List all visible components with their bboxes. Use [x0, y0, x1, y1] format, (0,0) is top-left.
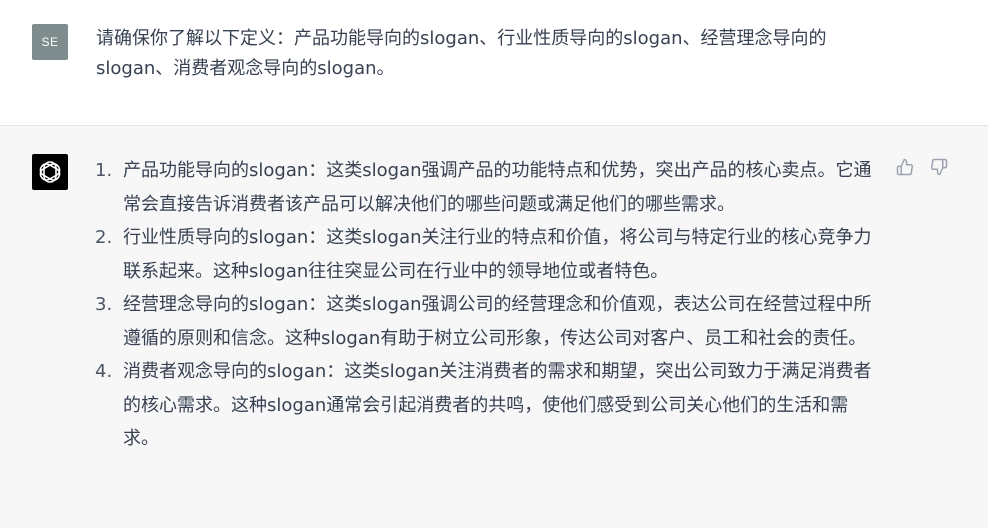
user-avatar: SE — [32, 24, 68, 60]
list-item: 1. 产品功能导向的slogan：这类slogan强调产品的功能特点和优势，突出… — [0, 154, 880, 221]
assistant-answer-list: 1. 产品功能导向的slogan：这类slogan强调产品的功能特点和优势，突出… — [0, 154, 880, 456]
list-item-number: 2. — [95, 227, 113, 248]
list-item-number: 1. — [95, 160, 113, 181]
list-item: 4. 消费者观念导向的slogan：这类slogan关注消费者的需求和期望，突出… — [0, 355, 880, 456]
user-message-text: 请确保你了解以下定义：产品功能导向的slogan、行业性质导向的slogan、经… — [96, 28, 827, 79]
list-item-text: 经营理念导向的slogan：这类slogan强调公司的经营理念和价值观，表达公司… — [123, 294, 872, 349]
thumbs-up-button[interactable] — [894, 156, 916, 178]
list-item-text: 消费者观念导向的slogan：这类slogan关注消费者的需求和期望，突出公司致… — [123, 361, 872, 449]
list-item: 3. 经营理念导向的slogan：这类slogan强调公司的经营理念和价值观，表… — [0, 288, 880, 355]
feedback-controls — [894, 156, 950, 178]
thumbs-down-button[interactable] — [928, 156, 950, 178]
list-item-text: 产品功能导向的slogan：这类slogan强调产品的功能特点和优势，突出产品的… — [123, 160, 872, 215]
thumbs-up-icon — [896, 158, 913, 176]
thumbs-down-icon — [931, 158, 948, 176]
list-item-number: 3. — [95, 294, 113, 315]
assistant-message-row: 1. 产品功能导向的slogan：这类slogan强调产品的功能特点和优势，突出… — [0, 126, 988, 528]
list-item: 2. 行业性质导向的slogan：这类slogan关注行业的特点和价值，将公司与… — [0, 221, 880, 288]
list-item-number: 4. — [95, 361, 113, 382]
user-message-row: SE 请确保你了解以下定义：产品功能导向的slogan、行业性质导向的sloga… — [0, 0, 988, 126]
list-item-text: 行业性质导向的slogan：这类slogan关注行业的特点和价值，将公司与特定行… — [123, 227, 872, 282]
